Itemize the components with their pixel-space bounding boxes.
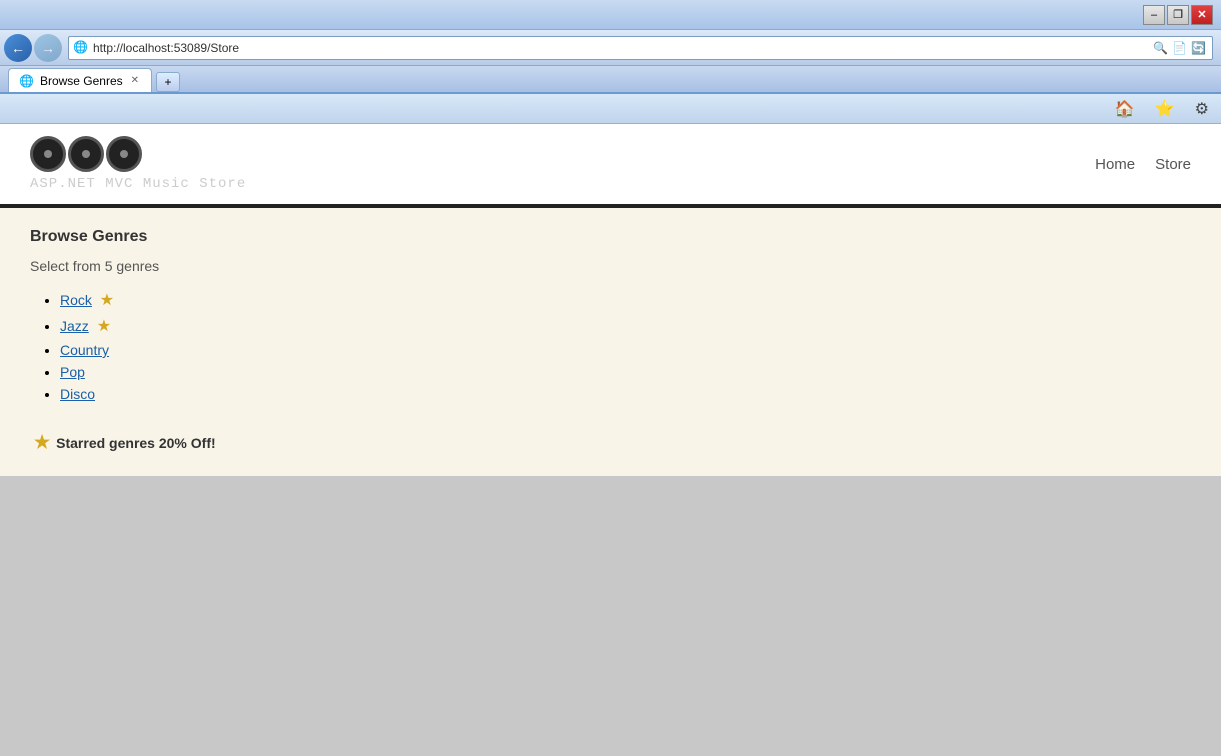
genre-link-rock[interactable]: Rock bbox=[60, 292, 92, 308]
list-item: Disco bbox=[60, 386, 1191, 402]
sale-notice: ★ Starred genres 20% Off! bbox=[30, 432, 1191, 453]
site-nav: Home Store bbox=[1095, 156, 1191, 173]
window-controls[interactable]: – ❐ ✕ bbox=[1143, 5, 1213, 25]
disc-1 bbox=[30, 136, 66, 172]
disc-2 bbox=[68, 136, 104, 172]
nav-home[interactable]: Home bbox=[1095, 156, 1135, 173]
nav-store[interactable]: Store bbox=[1155, 156, 1191, 173]
close-button[interactable]: ✕ bbox=[1191, 5, 1213, 25]
restore-button[interactable]: ❐ bbox=[1167, 5, 1189, 25]
address-bar[interactable]: 🌐 🔍 📄 🔄 bbox=[68, 36, 1213, 60]
minimize-button[interactable]: – bbox=[1143, 5, 1165, 25]
site-header: ASP.NET MVC Music Store Home Store bbox=[0, 124, 1221, 208]
genre-link-country[interactable]: Country bbox=[60, 342, 109, 358]
footer-area bbox=[0, 476, 1221, 756]
list-item: Rock ★ bbox=[60, 290, 1191, 310]
disc-3 bbox=[106, 136, 142, 172]
logo-discs bbox=[30, 136, 142, 172]
bookmark-button[interactable]: 📄 bbox=[1170, 41, 1189, 55]
active-tab[interactable]: 🌐 Browse Genres ✕ bbox=[8, 68, 152, 92]
ie-logo-icon: 🌐 bbox=[73, 40, 89, 56]
command-bar: 🏠 ⭐ ⚙ bbox=[0, 94, 1221, 124]
sale-star-icon: ★ bbox=[34, 432, 50, 453]
refresh-button[interactable]: 🔄 bbox=[1189, 41, 1208, 55]
genre-link-disco[interactable]: Disco bbox=[60, 386, 95, 402]
tab-close-button[interactable]: ✕ bbox=[129, 74, 141, 87]
genre-list: Rock ★ Jazz ★ Country Pop Disco bbox=[30, 290, 1191, 402]
address-input[interactable] bbox=[93, 41, 1151, 55]
tab-bar: 🌐 Browse Genres ✕ + bbox=[0, 66, 1221, 94]
back-button[interactable]: ← bbox=[4, 34, 32, 62]
favorites-cmd-button[interactable]: ⭐ bbox=[1151, 97, 1179, 121]
new-tab-button[interactable]: + bbox=[156, 72, 180, 92]
page-heading: Browse Genres bbox=[30, 228, 1191, 246]
logo-area: ASP.NET MVC Music Store bbox=[30, 136, 246, 192]
list-item: Country bbox=[60, 342, 1191, 358]
genre-link-jazz[interactable]: Jazz bbox=[60, 318, 89, 334]
list-item: Pop bbox=[60, 364, 1191, 380]
tab-icon: 🌐 bbox=[19, 74, 34, 88]
forward-button[interactable]: → bbox=[34, 34, 62, 62]
star-icon-rock: ★ bbox=[100, 292, 114, 309]
list-item: Jazz ★ bbox=[60, 316, 1191, 336]
sale-notice-text: Starred genres 20% Off! bbox=[56, 435, 216, 451]
search-button[interactable]: 🔍 bbox=[1151, 41, 1170, 55]
main-content: Browse Genres Select from 5 genres Rock … bbox=[0, 208, 1221, 476]
settings-cmd-button[interactable]: ⚙ bbox=[1191, 97, 1213, 121]
page-subtitle: Select from 5 genres bbox=[30, 258, 1191, 274]
genre-link-pop[interactable]: Pop bbox=[60, 364, 85, 380]
home-cmd-button[interactable]: 🏠 bbox=[1111, 97, 1139, 121]
page-content: ASP.NET MVC Music Store Home Store Brows… bbox=[0, 124, 1221, 756]
site-title: ASP.NET MVC Music Store bbox=[30, 176, 246, 192]
star-icon-jazz: ★ bbox=[97, 318, 111, 335]
tab-title: Browse Genres bbox=[40, 74, 123, 88]
toolbar: ← → 🌐 🔍 📄 🔄 bbox=[0, 30, 1221, 66]
title-bar: – ❐ ✕ bbox=[0, 0, 1221, 30]
